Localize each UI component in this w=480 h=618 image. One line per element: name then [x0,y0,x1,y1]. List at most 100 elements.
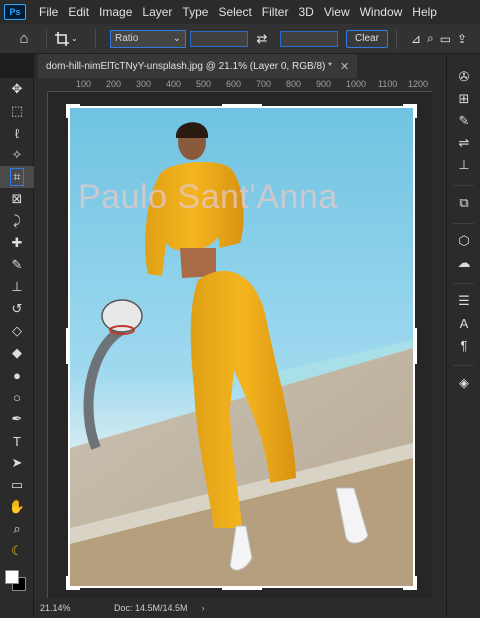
menu-view[interactable]: View [319,5,355,19]
zoom-level[interactable]: 21.14% [34,603,74,613]
clear-button[interactable]: Clear [346,29,388,48]
panel-divider [453,178,474,186]
menu-image[interactable]: Image [94,5,137,19]
menu-window[interactable]: Window [355,5,408,19]
frame-tool-icon[interactable]: ⊠ [0,188,34,210]
foreground-color-swatch[interactable] [5,570,19,584]
watermark-text: Paulo Sant'Anna [78,178,338,216]
vertical-ruler [34,92,48,598]
zoom-tool-icon[interactable]: ⌕ [0,518,34,540]
layers-panel-icon[interactable]: ◈ [447,372,480,394]
ruler-label: 1100 [378,79,398,89]
ruler-label: 300 [136,79,152,89]
paragraph-panel-icon[interactable]: ¶ [447,334,480,356]
lasso-tool-icon[interactable]: ℓ [0,122,34,144]
libraries-panel-icon[interactable]: ☁ [447,252,480,274]
share-icon[interactable]: ⇪ [457,32,467,46]
ruler-label: 200 [106,79,122,89]
chevron-right-icon[interactable]: › [202,603,205,613]
magic-wand-icon[interactable]: ✧ [0,144,34,166]
menu-help[interactable]: Help [407,5,442,19]
document-tab-title: dom-hill-nimElTcTNyY-unsplash.jpg @ 21.1… [46,60,333,72]
stamp-icon[interactable]: ⊥ [0,276,34,298]
adjustments-panel-icon[interactable]: ⇌ [447,132,480,154]
separator [95,28,96,49]
ruler-label: 700 [256,79,272,89]
crop-handle-bottom-right[interactable] [413,576,417,590]
crop-handle-middle-left[interactable] [66,328,70,364]
close-icon[interactable]: ✕ [340,60,349,73]
vertical-scrollbar[interactable] [432,78,446,598]
menu-bar: Ps File Edit Image Layer Type Select Fil… [0,0,480,24]
brushes-panel-icon[interactable]: ✎ [447,110,480,132]
stamp-panel-icon[interactable]: ⊥ [447,154,480,176]
straighten-icon[interactable]: ⊿ [411,32,421,46]
brush-icon[interactable]: ✎ [0,254,34,276]
panel-divider [453,276,474,284]
ruler-label: 400 [166,79,182,89]
crop-handle-top-center[interactable] [222,104,262,108]
banana-icon[interactable]: ☾ [0,540,34,562]
menu-layer[interactable]: Layer [137,5,177,19]
hand-tool-icon[interactable]: ✋ [0,496,34,518]
menu-3d[interactable]: 3D [293,5,318,19]
panel-divider [453,216,474,224]
properties-panel-icon[interactable]: ☰ [447,290,480,312]
eraser-icon[interactable]: ◇ [0,320,34,342]
type-tool-icon[interactable]: T [0,430,34,452]
ruler-label: 800 [286,79,302,89]
3d-panel-icon[interactable]: ⬡ [447,230,480,252]
pen-icon[interactable]: ✒ [0,408,34,430]
eyedropper-icon[interactable]: ⤸ [0,210,34,232]
crop-handle-top-right[interactable] [413,104,417,118]
ruler-label: 600 [226,79,242,89]
move-tool-icon[interactable]: ✥ [0,78,34,100]
crop-handle-bottom-left[interactable] [66,576,70,590]
crop-tool-icon[interactable]: ⌗ [0,166,34,188]
ruler-label: 500 [196,79,212,89]
ruler-corner [34,78,48,92]
character-panel-icon[interactable]: A [447,312,480,334]
history-brush-icon[interactable]: ↺ [0,298,34,320]
panel-divider [453,358,474,366]
ruler-label: 900 [316,79,332,89]
swap-icon[interactable]: ⇄ [252,31,272,47]
status-bar: 21.14% Doc: 14.5M/14.5M › [34,598,446,618]
home-icon[interactable]: ⌂ [10,30,38,47]
menu-filter[interactable]: Filter [257,5,294,19]
rectangle-tool-icon[interactable]: ▭ [0,474,34,496]
separator [395,28,397,49]
ratio-select-value: Ratio [115,33,139,44]
crop-handle-middle-right[interactable] [413,328,417,364]
menu-file[interactable]: File [34,5,63,19]
blur-icon[interactable]: ● [0,364,34,386]
menu-edit[interactable]: Edit [63,5,94,19]
menu-select[interactable]: Select [213,5,256,19]
paint-bucket-icon[interactable]: ◆ [0,342,34,364]
swatches-panel-icon[interactable]: ⊞ [447,88,480,110]
ratio-height-field[interactable] [280,30,338,47]
marquee-tool-icon[interactable]: ⬚ [0,100,34,122]
chevron-down-icon: ⌄ [172,33,181,44]
workspace-icon[interactable]: ▭ [440,32,451,46]
crop-handle-top-left[interactable] [66,104,70,118]
dodge-icon[interactable]: ○ [0,386,34,408]
crop-preset-icon[interactable]: ⌄ [55,31,87,46]
crop-handle-bottom-center[interactable] [222,586,262,590]
horizontal-ruler: 100 200 300 400 500 600 700 800 900 1000… [48,78,432,92]
ratio-select[interactable]: Ratio ⌄ [110,29,186,48]
ratio-width-field[interactable] [190,30,248,47]
right-panel-dock: ✇ ⊞ ✎ ⇌ ⊥ ⧉ ⬡ ☁ ☰ A ¶ ◈ [446,54,480,618]
tools-panel: ✥ ⬚ ℓ ✧ ⌗ ⊠ ⤸ ✚ ✎ ⊥ ↺ ◇ ◆ ● ○ ✒ T ➤ ▭ ✋ … [0,78,34,618]
color-swatches[interactable] [0,562,34,602]
color-panel-icon[interactable]: ✇ [447,66,480,88]
ruler-label: 1000 [346,79,367,89]
menu-type[interactable]: Type [177,5,213,19]
document-tab[interactable]: dom-hill-nimElTcTNyY-unsplash.jpg @ 21.1… [38,54,358,78]
healing-brush-icon[interactable]: ✚ [0,232,34,254]
navigator-panel-icon[interactable]: ⧉ [447,192,480,214]
separator [46,28,47,49]
search-icon[interactable]: ⌕ [427,31,434,46]
path-select-icon[interactable]: ➤ [0,452,34,474]
ruler-label: 100 [76,79,92,89]
